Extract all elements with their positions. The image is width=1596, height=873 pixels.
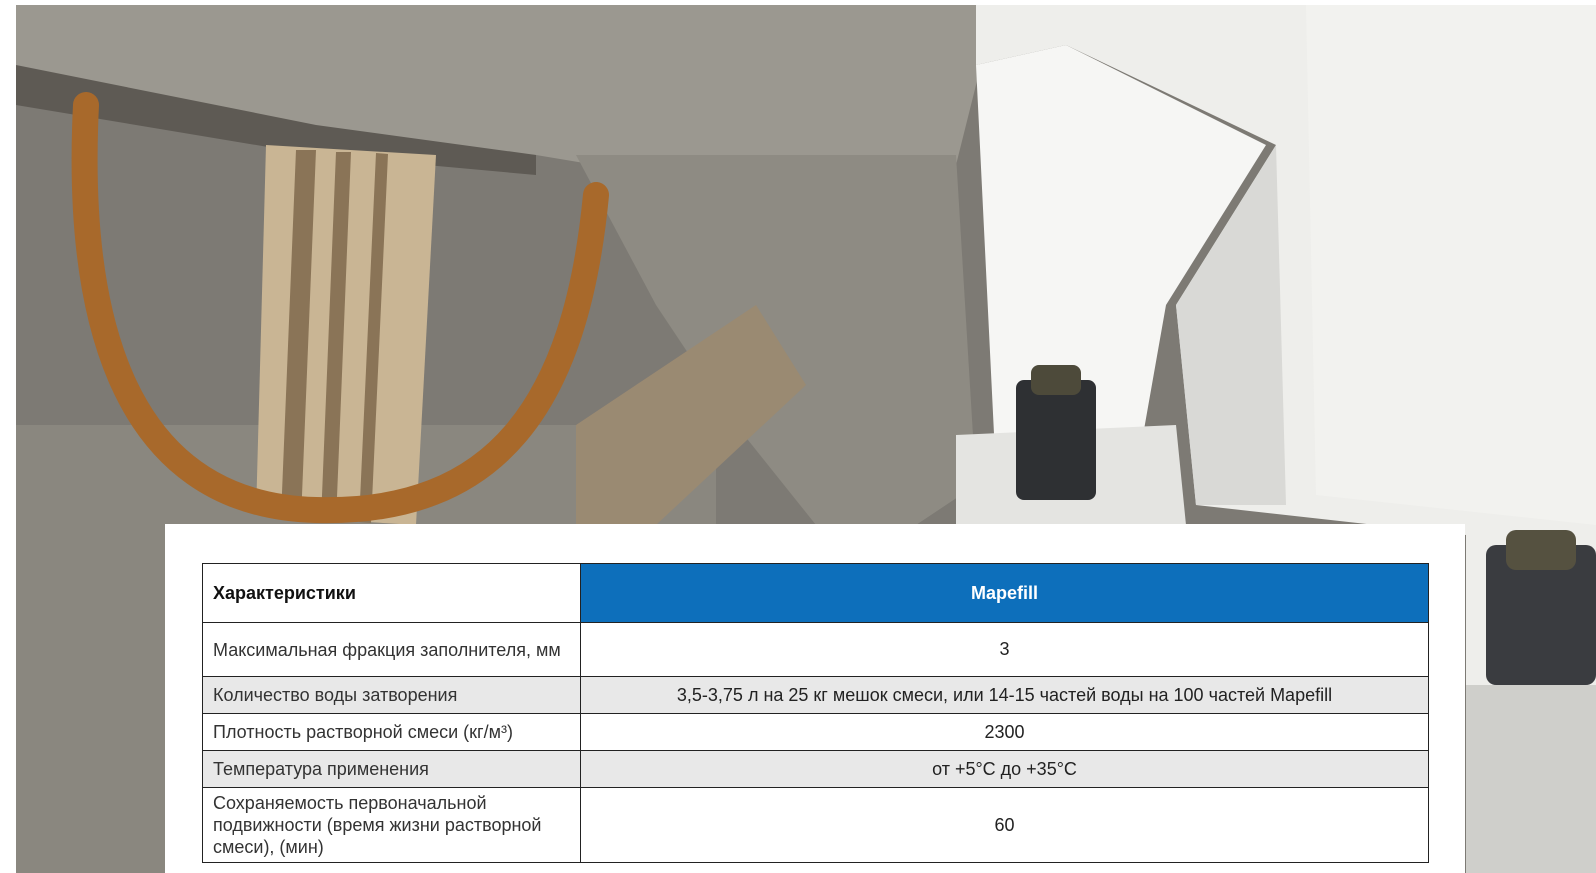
row-value: 3	[580, 622, 1429, 677]
row-label: Температура применения	[202, 750, 581, 788]
header-product: Mapefill	[580, 563, 1429, 623]
table-row: Максимальная фракция заполнителя, мм 3	[202, 622, 1429, 677]
row-label: Количество воды затворения	[202, 676, 581, 714]
table-row: Количество воды затворения 3,5-3,75 л на…	[202, 676, 1429, 714]
header-characteristics: Характеристики	[202, 563, 581, 623]
specs-table: Характеристики Mapefill Максимальная фра…	[202, 563, 1429, 863]
row-label: Сохраняемость первоначальной подвижности…	[202, 787, 581, 863]
table-row: Сохраняемость первоначальной подвижности…	[202, 787, 1429, 863]
table-row: Температура применения от +5°С до +35°С	[202, 750, 1429, 788]
specs-table-card: Характеристики Mapefill Максимальная фра…	[165, 524, 1465, 873]
row-value: 3,5-3,75 л на 25 кг мешок смеси, или 14-…	[580, 676, 1429, 714]
row-label: Плотность растворной смеси (кг/м³)	[202, 713, 581, 751]
row-label: Максимальная фракция заполнителя, мм	[202, 622, 581, 677]
row-value: от +5°С до +35°С	[580, 750, 1429, 788]
table-header-row: Характеристики Mapefill	[202, 563, 1429, 623]
row-value: 60	[580, 787, 1429, 863]
table-row: Плотность растворной смеси (кг/м³) 2300	[202, 713, 1429, 751]
row-value: 2300	[580, 713, 1429, 751]
